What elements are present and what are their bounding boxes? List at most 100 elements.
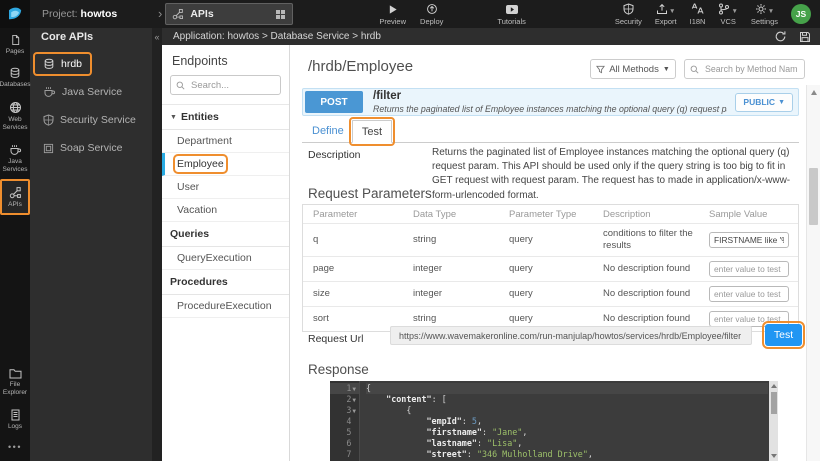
endpoint-item-procedureexecution[interactable]: ProcedureExecution <box>162 295 289 318</box>
page-scrollbar[interactable] <box>806 85 820 461</box>
method-row-filter[interactable]: POST /filter Returns the paginated list … <box>302 88 799 116</box>
editor-scrollbar[interactable] <box>769 381 778 461</box>
fold-caret-icon[interactable]: ▼ <box>352 386 356 393</box>
refresh-icon[interactable] <box>774 30 787 43</box>
sidebar-item-logs[interactable]: Logs <box>1 403 29 436</box>
breadcrumb: Application: howtos > Database Service >… <box>173 31 381 42</box>
core-api-hrdb[interactable]: hrdb <box>36 55 89 73</box>
endpoints-list: ▼Entities Department EmployeeUserVacation Q… <box>162 104 289 318</box>
description-text: Returns the paginated list of Employee i… <box>432 146 794 203</box>
search-icon <box>176 81 185 90</box>
param-type: query <box>509 288 603 299</box>
sidebar-item-web-services[interactable]: Web Services <box>1 95 29 138</box>
core-api-security-service[interactable]: Security Service <box>36 111 143 129</box>
endpoint-item-vacation[interactable]: Vacation <box>162 199 289 222</box>
chevron-down-icon: ▼ <box>778 99 785 106</box>
settings-button[interactable]: ▼Settings <box>751 2 778 26</box>
i18n-button[interactable]: I18N <box>690 2 706 26</box>
vcs-button[interactable]: ▼VCS <box>718 2 737 26</box>
app-window: Project: howtos › APIs PreviewDeployTuto… <box>0 0 820 461</box>
sample-value-input-size[interactable] <box>709 286 789 302</box>
chevron-down-icon: ▼ <box>768 9 774 15</box>
endpoint-item-queryexecution[interactable]: QueryExecution <box>162 247 289 270</box>
collapse-panel-icon[interactable]: « <box>152 32 162 42</box>
core-api-soap-service[interactable]: Soap Service <box>36 139 129 157</box>
tab-define[interactable]: Define <box>312 125 344 137</box>
fold-caret-icon[interactable]: ▼ <box>352 397 356 404</box>
editor-gutter: 1▼2▼3▼4▼5▼6▼7▼ <box>330 381 360 461</box>
code-line: "street": "346 Mulholland Drive", <box>366 449 768 460</box>
endpoints-section-entities[interactable]: ▼Entities <box>162 105 289 130</box>
method-info: /filter Returns the paginated list of Em… <box>373 90 727 113</box>
overflow-menu-icon[interactable]: ••• <box>8 436 22 461</box>
visibility-dropdown[interactable]: PUBLIC ▼ <box>735 93 793 112</box>
endpoint-item-user[interactable]: User <box>162 176 289 199</box>
core-api-row: Security Service <box>30 107 152 135</box>
methods-filter-dropdown[interactable]: All Methods ▼ <box>590 59 676 79</box>
shield-icon <box>43 114 54 126</box>
scroll-down-arrow-icon[interactable] <box>771 454 777 458</box>
endpoints-section-queries[interactable]: Queries <box>162 222 289 247</box>
endpoint-item-department[interactable]: Department <box>162 130 289 153</box>
sidebar-item-java-services[interactable]: Java Services <box>1 138 29 180</box>
export-button[interactable]: ▼Export <box>655 2 677 26</box>
search-icon <box>690 65 699 74</box>
param-sample-cell <box>709 286 798 302</box>
endpoints-section-procedures[interactable]: Procedures <box>162 270 289 295</box>
deploy-button[interactable]: Deploy <box>420 2 443 26</box>
caret-down-icon: ▼ <box>170 114 177 121</box>
param-description: No description found <box>603 313 709 325</box>
preview-button[interactable]: Preview <box>379 2 406 26</box>
core-api-java-service[interactable]: Java Service <box>36 83 129 101</box>
folder-icon <box>9 368 22 379</box>
top-bar: Project: howtos › APIs PreviewDeployTuto… <box>0 0 820 28</box>
page-scroll-thumb[interactable] <box>809 168 818 225</box>
vcs-label: VCS <box>720 17 735 26</box>
panel-collapse-strip: « <box>152 28 162 461</box>
line-number: 3▼ <box>330 405 359 416</box>
section-label: Queries <box>170 228 209 240</box>
editor-scroll-thumb[interactable] <box>771 392 777 414</box>
endpoints-search-input[interactable] <box>189 79 275 92</box>
page-title: /hrdb/Employee <box>308 58 413 75</box>
method-search-input[interactable] <box>703 63 799 75</box>
chevron-right-icon: › <box>158 6 162 21</box>
project-value: howtos <box>81 8 118 20</box>
sidebar-item-apis[interactable]: APIs <box>1 180 29 214</box>
param-row-size: sizeintegerqueryNo description found <box>303 282 798 307</box>
endpoint-item-employee[interactable]: Employee <box>162 153 289 176</box>
sample-value-input-q[interactable] <box>709 232 789 248</box>
request-url-input[interactable] <box>390 326 752 345</box>
scroll-up-arrow-icon[interactable] <box>811 90 817 95</box>
sidebar-item-file-explorer[interactable]: File Explorer <box>1 362 29 403</box>
save-icon[interactable] <box>799 30 811 43</box>
param-name: page <box>313 263 413 274</box>
user-avatar[interactable]: JS <box>791 4 811 24</box>
tab-test[interactable]: Test <box>352 120 392 143</box>
api-icon <box>172 8 184 20</box>
fold-caret-icon[interactable]: ▼ <box>352 408 356 415</box>
scroll-up-arrow-icon[interactable] <box>771 384 777 388</box>
workspace-tab-apis[interactable]: APIs <box>165 3 293 25</box>
core-api-label: Security Service <box>60 114 136 126</box>
test-button[interactable]: Test <box>765 324 802 346</box>
play-icon <box>388 4 398 15</box>
line-number: 6▼ <box>330 438 359 449</box>
endpoint-label: Department <box>177 135 232 147</box>
deploy-icon <box>426 3 438 15</box>
wavemaker-logo[interactable] <box>0 0 30 28</box>
param-data-type: integer <box>413 288 509 299</box>
video-icon <box>505 4 519 15</box>
method-path: /filter <box>373 90 727 103</box>
sidebar-item-label: Databases <box>0 81 31 89</box>
grid-icon[interactable] <box>275 9 286 20</box>
sidebar-item-label: Web Services <box>1 116 29 133</box>
tutorials-button[interactable]: Tutorials <box>497 2 525 26</box>
sidebar-item-databases[interactable]: Databases <box>1 61 29 94</box>
sample-value-input-page[interactable] <box>709 261 789 277</box>
code-line: { <box>366 383 768 394</box>
response-editor[interactable]: 1▼2▼3▼4▼5▼6▼7▼ { "content": [ { "empId":… <box>330 381 778 461</box>
security-button[interactable]: Security <box>615 2 642 26</box>
main-content: /hrdb/Employee All Methods ▼ POST /filte… <box>290 45 820 461</box>
sidebar-item-pages[interactable]: Pages <box>1 28 29 61</box>
